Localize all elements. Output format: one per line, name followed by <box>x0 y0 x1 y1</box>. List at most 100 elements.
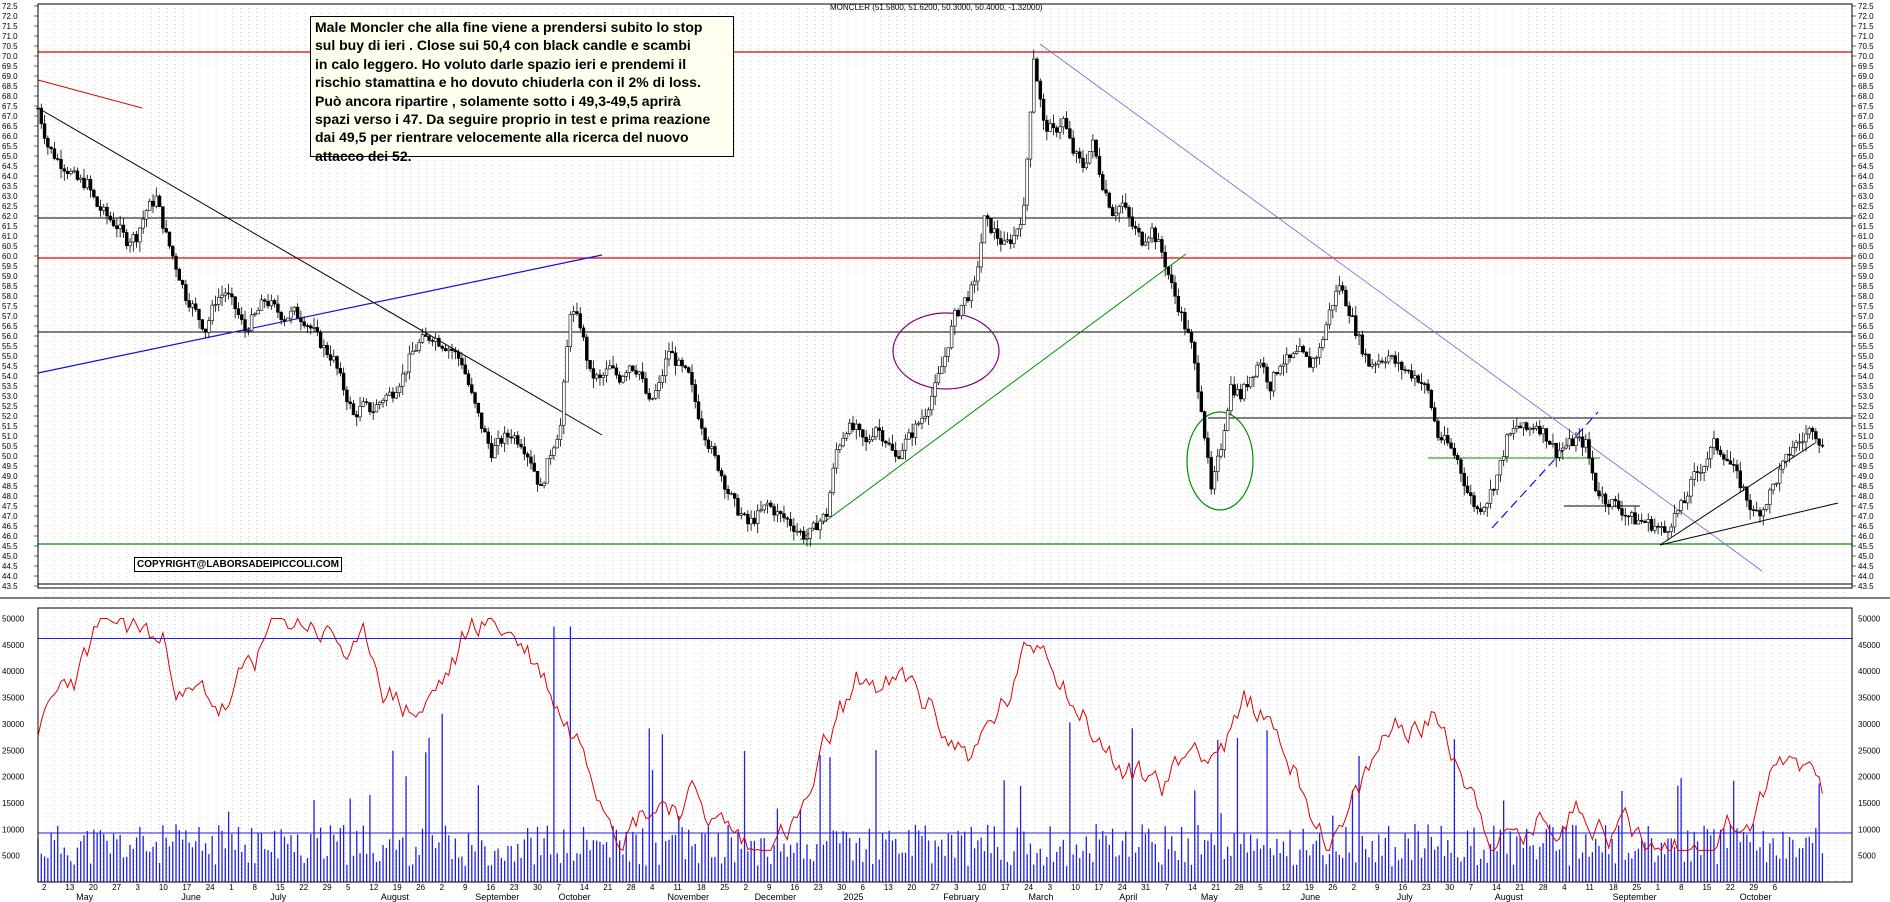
candle-body <box>1728 460 1733 465</box>
day-tick-label: 11 <box>1586 883 1595 892</box>
candle-body <box>1416 375 1420 383</box>
candle-body <box>69 170 73 175</box>
candle-body <box>1022 204 1026 225</box>
month-label: March <box>1028 892 1053 902</box>
price-tick-right: 65.0 <box>1858 152 1874 161</box>
candle-body <box>1199 391 1204 412</box>
candle-body <box>1722 454 1726 460</box>
candle-body <box>1787 453 1792 456</box>
candle-body <box>719 470 724 477</box>
volume-tick-left: 35000 <box>2 694 25 703</box>
blue-long-downtrend <box>1039 43 1763 572</box>
volume-tick-left: 5000 <box>2 852 20 861</box>
volume-tick-left: 45000 <box>2 641 25 650</box>
month-label: May <box>1201 892 1219 902</box>
candle-body <box>847 422 852 434</box>
candle-body <box>624 372 628 377</box>
day-tick-label: 10 <box>159 883 168 892</box>
price-tick-right: 56.5 <box>1858 322 1874 331</box>
candle-body <box>414 349 418 352</box>
candle-body <box>82 177 86 189</box>
candle-body <box>1758 510 1762 517</box>
month-label: July <box>270 892 287 902</box>
candle-body <box>348 401 352 405</box>
candle-body <box>555 439 559 449</box>
candle-body <box>1672 513 1677 528</box>
candle-body <box>1488 489 1493 504</box>
day-tick-label: 16 <box>790 883 799 892</box>
price-tick-right: 61.0 <box>1858 232 1874 241</box>
candle-body <box>1557 449 1562 458</box>
candle-body <box>1584 439 1588 448</box>
candle-body <box>956 310 960 317</box>
candle-body <box>1354 315 1358 337</box>
day-tick-label: 6 <box>861 883 866 892</box>
candle-body <box>1058 126 1062 133</box>
candle-body <box>42 123 47 139</box>
candle-body <box>1574 437 1578 446</box>
candle-body <box>371 411 375 414</box>
candle-body <box>1133 226 1138 229</box>
candle-body <box>506 432 510 438</box>
candle-body <box>1137 227 1141 233</box>
candle-body <box>1682 500 1687 504</box>
price-tick-right: 48.0 <box>1858 492 1874 501</box>
candle-body <box>1147 237 1151 243</box>
candle-body <box>187 300 191 308</box>
candle-body <box>440 345 444 349</box>
candle-body <box>1176 295 1181 313</box>
candle-body <box>877 427 881 431</box>
candle-body <box>871 436 875 441</box>
candle-body <box>1597 490 1601 497</box>
day-tick-label: 14 <box>580 883 589 892</box>
candle-body <box>1114 212 1118 217</box>
price-tick-left: 70.0 <box>2 52 18 61</box>
candle-body <box>578 313 582 329</box>
price-tick-right: 60.5 <box>1858 242 1874 251</box>
candle-body <box>581 327 586 338</box>
day-tick-label: 2 <box>42 883 47 892</box>
candle-body <box>1377 360 1381 365</box>
candle-body <box>690 372 694 385</box>
candle-body <box>1600 493 1604 497</box>
candle-body <box>1804 433 1808 443</box>
candle-body <box>1564 445 1568 449</box>
candle-body <box>851 422 855 430</box>
candle-body <box>502 432 507 444</box>
candle-body <box>312 327 316 329</box>
price-tick-right: 53.0 <box>1858 392 1874 401</box>
candle-body <box>1350 315 1355 317</box>
candle-body <box>1163 251 1167 268</box>
candle-body <box>1225 410 1230 431</box>
candle-body <box>1692 471 1696 480</box>
day-tick-label: 25 <box>720 883 729 892</box>
candle-body <box>732 493 737 499</box>
price-tick-left: 51.0 <box>2 432 18 441</box>
price-tick-right: 55.0 <box>1858 352 1874 361</box>
price-tick-left: 44.5 <box>2 562 18 571</box>
candle-body <box>808 527 812 539</box>
candle-body <box>207 320 211 333</box>
candle-body <box>286 317 290 322</box>
price-tick-right: 51.5 <box>1858 422 1874 431</box>
candle-body <box>821 513 826 522</box>
volume-tick-left: 40000 <box>2 667 25 676</box>
price-tick-right: 49.5 <box>1858 462 1874 471</box>
candle-body <box>1656 525 1660 528</box>
candle-body <box>1784 453 1788 462</box>
price-tick-right: 70.5 <box>1858 42 1874 51</box>
candle-body <box>1304 351 1309 357</box>
candle-body <box>1436 420 1440 438</box>
day-tick-label: 13 <box>65 883 74 892</box>
candle-body <box>479 412 484 429</box>
candle-body <box>1715 438 1719 451</box>
candle-body <box>92 189 96 198</box>
price-tick-right: 43.5 <box>1858 582 1874 591</box>
candle-body <box>647 393 651 400</box>
candle-body <box>1567 438 1572 447</box>
candle-body <box>522 446 527 455</box>
candle-body <box>949 325 954 349</box>
candle-body <box>815 522 819 531</box>
candle-body <box>726 488 730 495</box>
candle-body <box>542 482 546 486</box>
